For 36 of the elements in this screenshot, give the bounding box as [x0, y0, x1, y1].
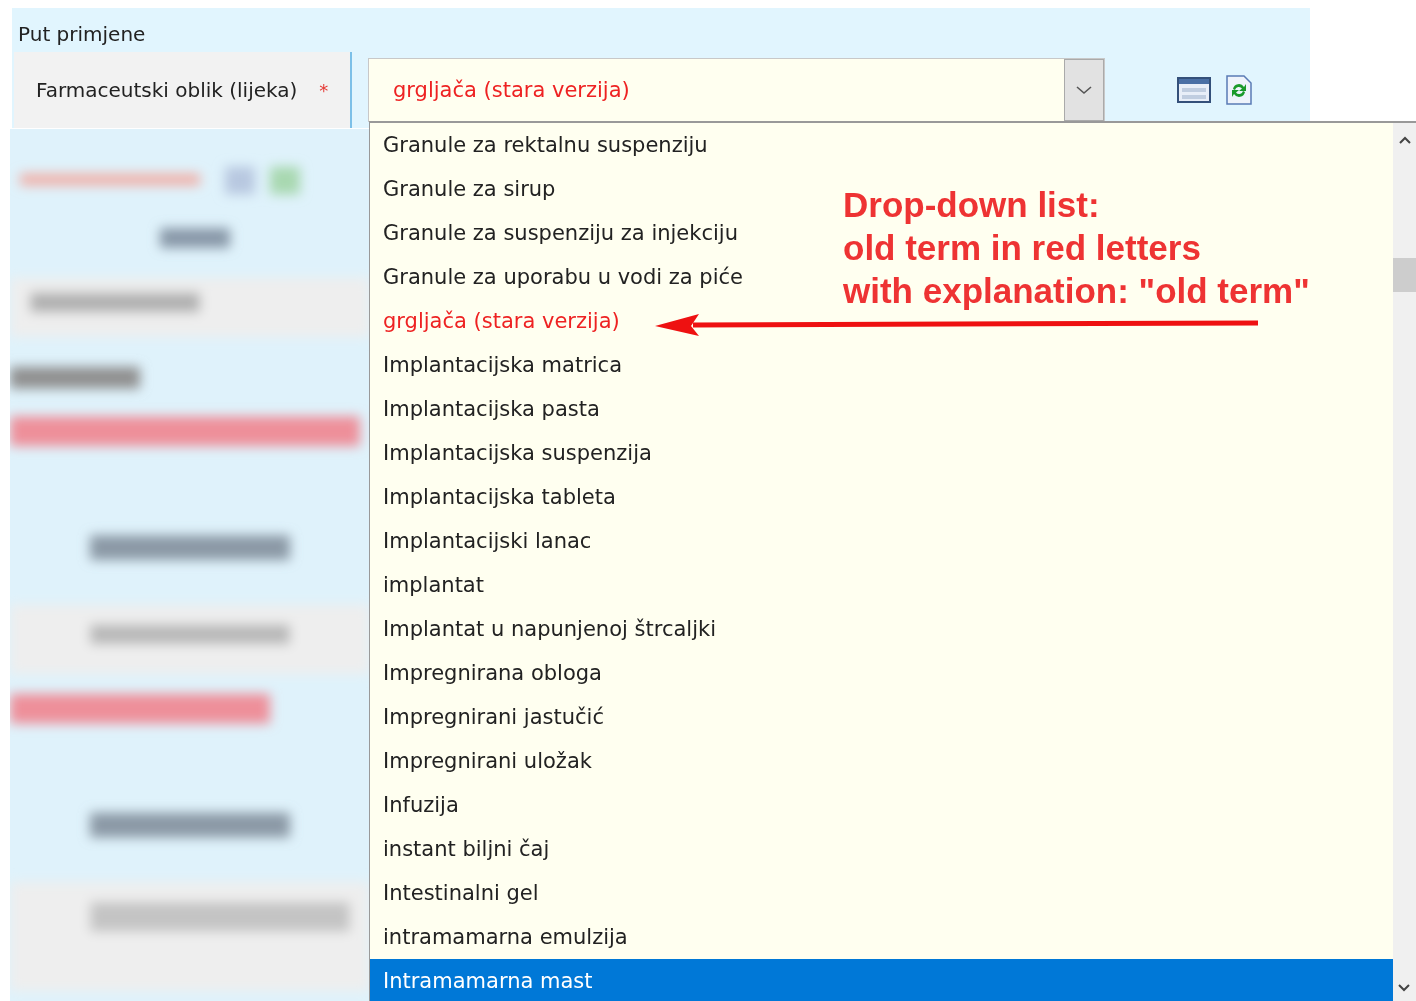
scroll-up-icon[interactable] — [1397, 135, 1412, 145]
list-item[interactable]: Granule za suspenziju za injekciju — [370, 211, 750, 255]
list-item[interactable]: Impregnirani jastučić — [370, 695, 616, 739]
list-item[interactable]: implantat — [370, 563, 496, 607]
field-label: Farmaceutski oblik (lijeka) — [36, 78, 298, 102]
list-item[interactable]: Intramamarna mast — [370, 959, 1393, 1001]
section-title: Put primjene — [18, 22, 146, 46]
chevron-down-icon — [1075, 84, 1093, 96]
list-item[interactable]: Infuzija — [370, 783, 471, 827]
scroll-down-icon[interactable] — [1397, 983, 1411, 993]
list-item[interactable]: Implantat u napunjenoj štrcaljki — [370, 607, 728, 651]
refresh-icon[interactable] — [1225, 75, 1253, 105]
list-item[interactable]: Granule za rektalnu suspenziju — [370, 123, 720, 167]
combo-value: grgljača (stara verzija) — [392, 78, 631, 102]
dropdown-button[interactable] — [1064, 59, 1104, 121]
list-item[interactable]: Impregnirana obloga — [370, 651, 614, 695]
list-item[interactable]: Implantacijska pasta — [370, 387, 612, 431]
annotation-text: with explanation: "old term" — [843, 270, 1310, 312]
list-item[interactable]: intramamarna emulzija — [370, 915, 640, 959]
combo-box[interactable]: grgljača (stara verzija) — [368, 58, 1105, 122]
window-icon[interactable] — [1177, 76, 1211, 104]
list-item[interactable]: Implantacijska matrica — [370, 343, 635, 387]
list-item[interactable]: grgljača (stara verzija) — [370, 299, 632, 343]
list-item[interactable]: Implantacijska tableta — [370, 475, 628, 519]
list-item[interactable]: instant biljni čaj — [370, 827, 562, 871]
scroll-thumb[interactable] — [1393, 258, 1416, 292]
list-item[interactable]: Impregnirani uložak — [370, 739, 604, 783]
list-item[interactable]: Granule za sirup — [370, 167, 568, 211]
list-item[interactable]: Implantacijski lanac — [370, 519, 604, 563]
annotation-text: Drop-down list: — [843, 184, 1101, 226]
scrollbar[interactable] — [1393, 123, 1416, 1001]
list-item[interactable]: Implantacijska suspenzija — [370, 431, 664, 475]
required-mark: * — [319, 79, 329, 101]
annotation-text: old term in red letters — [843, 227, 1202, 269]
list-item[interactable]: Intestinalni gel — [370, 871, 551, 915]
list-item[interactable]: Granule za uporabu u vodi za piće — [370, 255, 755, 299]
